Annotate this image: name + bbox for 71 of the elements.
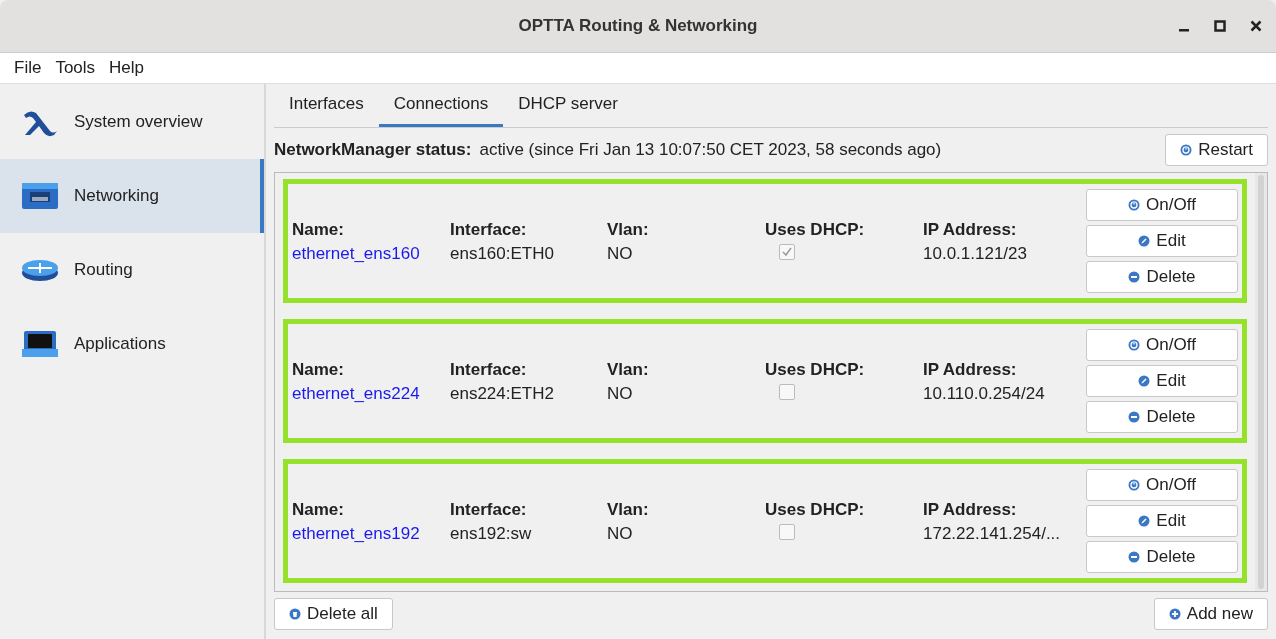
sidebar-item[interactable]: Networking	[0, 159, 264, 233]
sidebar-item[interactable]: Routing	[0, 233, 264, 307]
field-label: Name:	[292, 360, 345, 380]
pencil-icon	[1138, 375, 1151, 387]
field-value: 10.0.1.121/23	[923, 244, 1028, 264]
close-icon[interactable]	[1250, 20, 1262, 32]
field-label: Interface:	[450, 360, 528, 380]
field-value: ens224:ETH2	[450, 384, 555, 404]
edit-button[interactable]: Edit	[1086, 505, 1238, 537]
connection-name-link[interactable]: ethernet_ens224	[292, 384, 450, 404]
add-new-button[interactable]: Add new	[1153, 598, 1268, 630]
pencil-icon	[1138, 235, 1151, 247]
plus-icon	[1168, 608, 1181, 620]
pencil-icon	[1138, 515, 1151, 527]
minus-icon	[1128, 271, 1141, 283]
sidebar-item[interactable]: Applications	[0, 307, 264, 381]
edit-button[interactable]: Edit	[1086, 225, 1238, 257]
maximize-icon[interactable]	[1214, 20, 1226, 32]
field-label: Uses DHCP:	[765, 220, 866, 240]
dhcp-checkbox[interactable]	[779, 244, 795, 260]
delete-button[interactable]: Delete	[1086, 261, 1238, 293]
network-port-icon	[20, 181, 60, 211]
field-value: NO	[607, 384, 634, 404]
field-label: IP Address:	[923, 500, 1018, 520]
dhcp-checkbox[interactable]	[779, 384, 795, 400]
field-label: Name:	[292, 220, 345, 240]
field-value: NO	[607, 244, 634, 264]
tab[interactable]: Connections	[378, 84, 504, 127]
trash-icon	[289, 608, 301, 620]
field-value: 172.22.141.254/...	[923, 524, 1062, 544]
on-off-button[interactable]: On/Off	[1086, 329, 1238, 361]
status-text: active (since Fri Jan 13 10:07:50 CET 2023, 58 seconds ago)	[479, 140, 942, 160]
field-label: IP Address:	[923, 360, 1018, 380]
field-label: Uses DHCP:	[765, 360, 866, 380]
tab[interactable]: DHCP server	[503, 84, 633, 127]
status-label: NetworkManager status:	[274, 140, 472, 160]
field-label: Vlan:	[607, 220, 650, 240]
field-label: IP Address:	[923, 220, 1018, 240]
field-label: Vlan:	[607, 500, 650, 520]
power-icon	[1128, 199, 1141, 211]
connection-name-link[interactable]: ethernet_ens192	[292, 524, 450, 544]
field-label: Uses DHCP:	[765, 500, 866, 520]
field-label: Vlan:	[607, 360, 650, 380]
on-off-button[interactable]: On/Off	[1086, 189, 1238, 221]
menu-item[interactable]: File	[14, 58, 42, 78]
menu-item[interactable]: Tools	[55, 58, 96, 78]
sidebar-item[interactable]: System overview	[0, 85, 264, 159]
window-title: OPTTA Routing & Networking	[518, 16, 758, 36]
field-value: NO	[607, 524, 634, 544]
edit-button[interactable]: Edit	[1086, 365, 1238, 397]
field-label: Name:	[292, 500, 345, 520]
field-label: Interface:	[450, 500, 528, 520]
field-value: ens160:ETH0	[450, 244, 555, 264]
computer-icon	[20, 329, 60, 359]
minus-icon	[1128, 411, 1141, 423]
power-icon	[1128, 479, 1141, 491]
menu-item[interactable]: Help	[109, 58, 145, 78]
dhcp-checkbox[interactable]	[779, 524, 795, 540]
minus-icon	[1128, 551, 1141, 563]
field-value: ens192:sw	[450, 524, 533, 544]
field-value: 10.110.0.254/24	[923, 384, 1046, 404]
field-label: Interface:	[450, 220, 528, 240]
delete-all-button[interactable]: Delete all	[274, 598, 393, 630]
power-icon	[1180, 144, 1193, 156]
on-off-button[interactable]: On/Off	[1086, 469, 1238, 501]
power-icon	[1128, 339, 1141, 351]
restart-button[interactable]: Restart	[1165, 134, 1268, 166]
delete-button[interactable]: Delete	[1086, 401, 1238, 433]
tab[interactable]: Interfaces	[274, 84, 379, 127]
connection-name-link[interactable]: ethernet_ens160	[292, 244, 450, 264]
delete-button[interactable]: Delete	[1086, 541, 1238, 573]
